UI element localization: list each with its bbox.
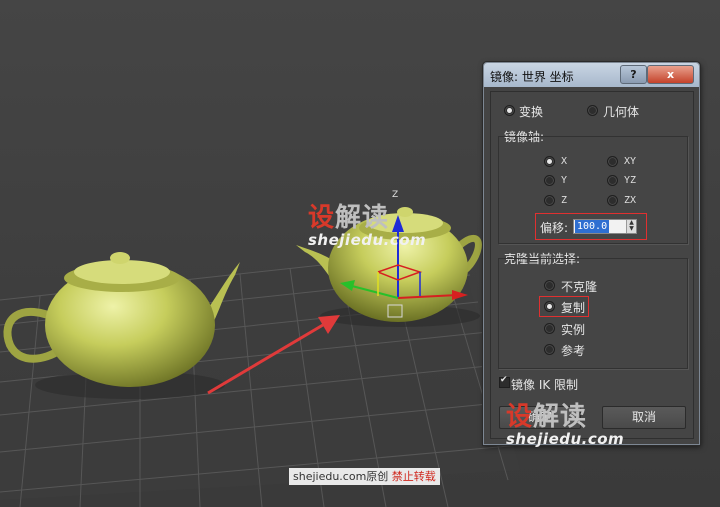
radio-axis-z[interactable] [544,195,555,206]
radio-instance[interactable] [544,323,555,334]
watermark-logo-gray: 解读 [335,203,390,233]
offset-label: 偏移: [540,221,569,235]
radio-geometry[interactable] [587,105,598,116]
radio-axis-xy[interactable] [607,156,618,167]
axis-z-label: Z [561,195,568,206]
help-button[interactable]: ? [620,65,647,84]
dialog-titlebar[interactable]: 镜像: 世界 坐标 ? x [484,63,699,87]
radio-no-clone[interactable] [544,280,555,291]
mirror-ik-label: 镜像 IK 限制 [511,378,579,392]
radio-axis-yz[interactable] [607,175,618,186]
axis-yz-label: YZ [624,175,637,186]
watermark-logo-red: 设 [506,402,534,432]
radio-copy[interactable] [544,301,555,312]
axis-xy-label: XY [624,156,637,167]
watermark: 设解读 shejiedu.com [308,205,426,249]
radio-axis-zx[interactable] [607,195,618,206]
watermark-dialog: 设解读 shejiedu.com [506,404,624,448]
footer-notice: 禁止转载 [391,470,436,483]
gizmo-axis-label: Z [392,190,399,200]
instance-label: 实例 [561,323,586,337]
radio-axis-y[interactable] [544,175,555,186]
dialog-title: 镜像: 世界 坐标 [490,70,574,84]
watermark-url: shejiedu.com [308,231,427,249]
watermark-logo-gray: 解读 [533,402,588,432]
radio-transform[interactable] [504,105,515,116]
radio-reference[interactable] [544,344,555,355]
watermark-logo-red: 设 [308,203,336,233]
reference-label: 参考 [561,344,586,358]
watermark-url: shejiedu.com [506,430,625,448]
offset-spinner-input[interactable]: 100.0 ▲ ▼ [573,219,637,234]
clone-group [498,258,688,369]
close-button[interactable]: x [647,65,694,84]
footer-note: shejiedu.com原创 禁止转载 [289,468,440,485]
no-clone-label: 不克隆 [561,280,598,294]
spinner-arrows-icon[interactable]: ▲ ▼ [626,220,636,233]
offset-value[interactable]: 100.0 [575,220,610,233]
axis-zx-label: ZX [624,195,637,206]
radio-transform-label: 变换 [519,105,544,119]
radio-axis-x[interactable] [544,156,555,167]
footer-site: shejiedu.com [293,470,367,483]
radio-geometry-label: 几何体 [603,105,640,119]
axis-x-label: X [561,156,568,167]
axis-y-label: Y [561,175,568,186]
copy-label: 复制 [561,301,586,315]
mirror-ik-checkbox[interactable] [499,375,510,388]
footer-original: 原创 [366,470,389,483]
